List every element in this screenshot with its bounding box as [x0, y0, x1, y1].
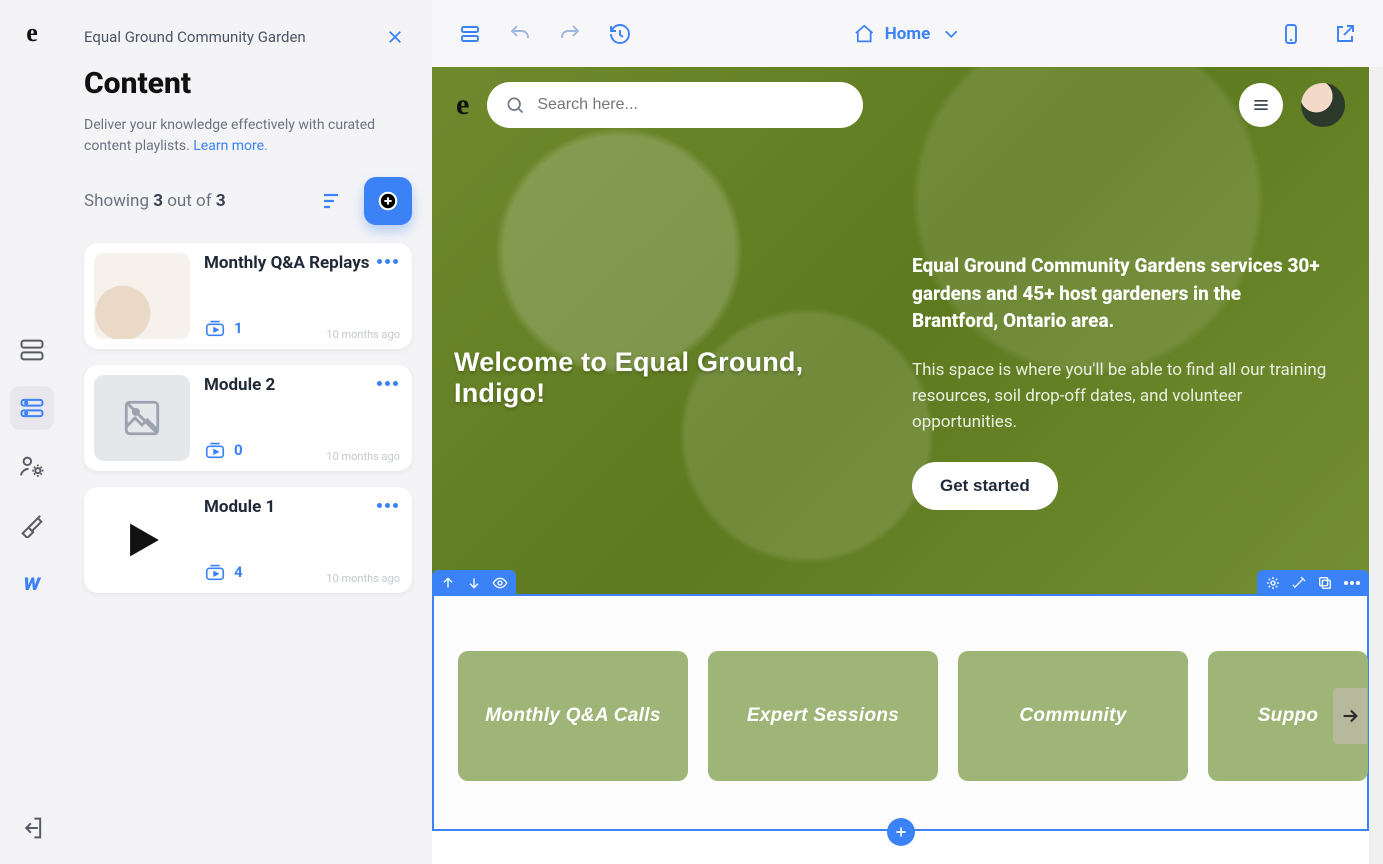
play-icon	[121, 519, 163, 561]
playlist-icon	[204, 317, 226, 339]
layout-toggle-button[interactable]	[450, 14, 490, 54]
history-button[interactable]	[600, 14, 640, 54]
copy-icon	[1317, 575, 1333, 591]
section-style-button[interactable]	[1291, 575, 1307, 591]
card-timestamp: 10 months ago	[326, 328, 400, 341]
arrow-down-icon	[466, 575, 482, 591]
canvas-topbar: Home	[432, 0, 1383, 67]
plus-icon	[893, 824, 909, 840]
section-duplicate-button[interactable]	[1317, 575, 1333, 591]
showing-count: Showing 3 out of 3	[84, 191, 226, 211]
site-menu-button[interactable]	[1239, 83, 1283, 127]
plus-icon	[377, 190, 399, 212]
card-timestamp: 10 months ago	[326, 450, 400, 463]
home-icon	[853, 23, 875, 45]
card-thumbnail	[94, 253, 190, 339]
playlist-icon	[204, 561, 226, 583]
page-selector[interactable]: Home	[853, 23, 963, 45]
card-more-button[interactable]	[373, 377, 402, 390]
hero-body: This space is where you'll be able to fi…	[912, 357, 1332, 436]
search-icon	[505, 95, 525, 115]
arrow-up-icon	[440, 575, 456, 591]
panel-description: Deliver your knowledge effectively with …	[84, 115, 412, 157]
search-input[interactable]	[537, 96, 845, 114]
eye-icon	[492, 575, 508, 591]
panel-heading: Content	[84, 66, 412, 101]
learn-more-link[interactable]: Learn more.	[193, 138, 268, 154]
nav-content-icon[interactable]	[10, 386, 54, 430]
menu-icon	[1251, 95, 1271, 115]
card-thumbnail	[94, 497, 190, 583]
section-settings-button[interactable]	[1265, 575, 1281, 591]
playlist-icon	[204, 439, 226, 461]
app-iconbar: e w	[0, 0, 64, 864]
preview-canvas: e Welcome to Equal Ground, Indigo! Equal…	[432, 67, 1369, 864]
arrow-right-icon	[1339, 705, 1361, 727]
card-count: 0	[234, 441, 243, 459]
add-section-button[interactable]	[887, 818, 915, 846]
selected-section[interactable]: Monthly Q&A Calls Expert Sessions Commun…	[432, 594, 1369, 831]
card-thumbnail	[94, 375, 190, 461]
content-card[interactable]: Module 1 4 10 months ago	[84, 487, 412, 593]
chevron-down-icon	[940, 23, 962, 45]
undo-button[interactable]	[500, 14, 540, 54]
content-card[interactable]: Module 2 0 10 months ago	[84, 365, 412, 471]
site-search[interactable]	[487, 82, 863, 128]
card-timestamp: 10 months ago	[326, 572, 400, 585]
section-toolbar-right	[1257, 570, 1369, 596]
move-down-button[interactable]	[466, 575, 482, 591]
section-toolbar-left	[432, 570, 516, 596]
nav-design-icon[interactable]	[10, 502, 54, 546]
move-up-button[interactable]	[440, 575, 456, 591]
nav-w-icon[interactable]: w	[10, 560, 54, 604]
tile[interactable]: Expert Sessions	[708, 651, 938, 781]
hero-headline: Equal Ground Community Gardens services …	[912, 252, 1332, 335]
sort-button[interactable]	[312, 181, 352, 221]
hero-section: e Welcome to Equal Ground, Indigo! Equal…	[432, 67, 1369, 594]
site-header: e	[432, 67, 1369, 142]
external-link-icon	[1333, 22, 1357, 46]
rows-icon	[458, 22, 482, 46]
redo-icon	[558, 22, 582, 46]
tile-row: Monthly Q&A Calls Expert Sessions Commun…	[458, 651, 1368, 781]
add-content-button[interactable]	[364, 177, 412, 225]
card-count: 1	[234, 319, 243, 337]
close-icon	[386, 28, 404, 46]
redo-button[interactable]	[550, 14, 590, 54]
sort-icon	[320, 189, 344, 213]
tiles-next-button[interactable]	[1333, 688, 1367, 744]
mobile-preview-button[interactable]	[1271, 14, 1311, 54]
open-external-button[interactable]	[1325, 14, 1365, 54]
card-count: 4	[234, 563, 243, 581]
app-logo: e	[26, 18, 38, 48]
gear-icon	[1265, 575, 1281, 591]
nav-people-settings-icon[interactable]	[10, 444, 54, 488]
project-name: Equal Ground Community Garden	[84, 28, 306, 46]
card-more-button[interactable]	[373, 499, 402, 512]
mobile-icon	[1279, 22, 1303, 46]
history-icon	[608, 22, 632, 46]
hero-welcome: Welcome to Equal Ground, Indigo!	[454, 347, 884, 409]
site-logo: e	[456, 88, 469, 122]
nav-exit-icon[interactable]	[10, 806, 54, 850]
user-avatar[interactable]	[1301, 83, 1345, 127]
section-more-button[interactable]	[1343, 581, 1361, 585]
hero-copy: Equal Ground Community Gardens services …	[912, 252, 1332, 510]
nav-dashboard-icon[interactable]	[10, 328, 54, 372]
content-sidepanel: Equal Ground Community Garden Content De…	[64, 0, 432, 864]
page-selector-label: Home	[885, 24, 931, 44]
tile[interactable]: Monthly Q&A Calls	[458, 651, 688, 781]
tile[interactable]: Community	[958, 651, 1188, 781]
image-placeholder-icon	[121, 397, 163, 439]
card-more-button[interactable]	[373, 255, 402, 268]
wand-icon	[1291, 575, 1307, 591]
content-card[interactable]: Monthly Q&A Replays 1 10 months ago	[84, 243, 412, 349]
get-started-button[interactable]: Get started	[912, 462, 1058, 510]
close-panel-button[interactable]	[378, 20, 412, 54]
visibility-button[interactable]	[492, 575, 508, 591]
undo-icon	[508, 22, 532, 46]
